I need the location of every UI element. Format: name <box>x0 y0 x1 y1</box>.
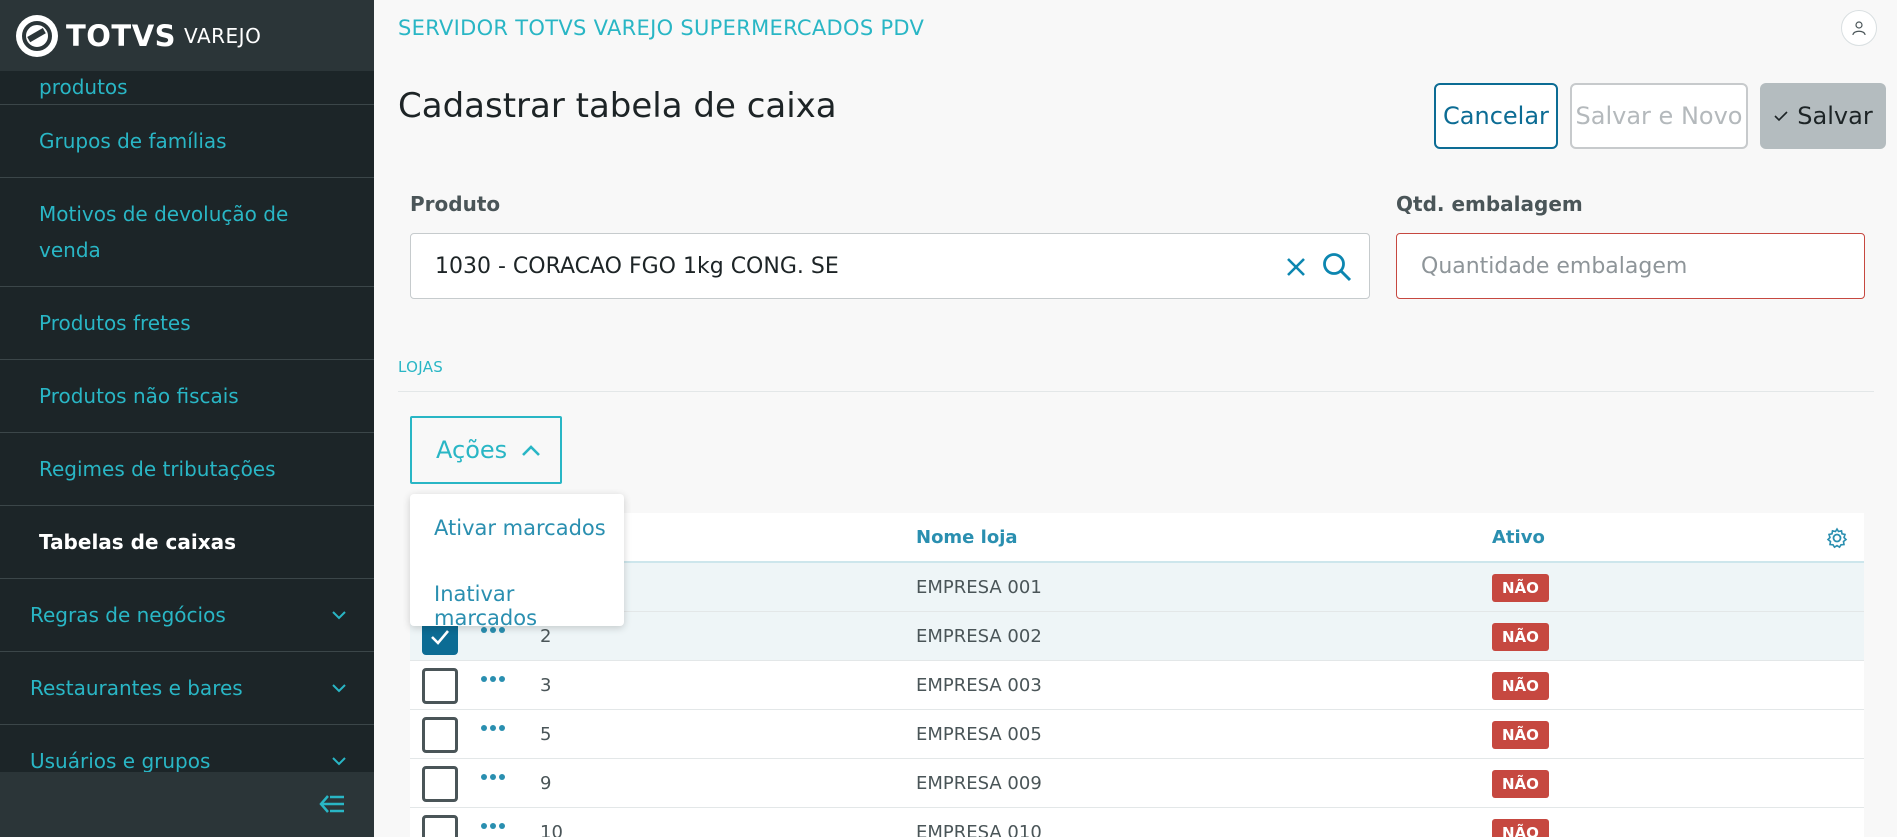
cell-codigo: 3 <box>540 675 552 696</box>
server-title: SERVIDOR TOTVS VAREJO SUPERMERCADOS PDV <box>398 16 925 40</box>
status-badge: NÃO <box>1492 721 1549 749</box>
table-header: Nome loja Ativo <box>410 513 1864 563</box>
chevron-down-icon <box>332 684 346 693</box>
row-checkbox[interactable] <box>422 717 458 753</box>
gear-icon[interactable] <box>1826 527 1848 549</box>
cell-nome-loja: EMPRESA 003 <box>916 675 1042 696</box>
sidebar-item-label: Grupos de famílias <box>39 129 227 153</box>
status-badge: NÃO <box>1492 574 1549 602</box>
cancel-button[interactable]: Cancelar <box>1434 83 1558 149</box>
sidebar-item-label: Tabelas de caixas <box>39 530 237 554</box>
collapse-menu-icon[interactable] <box>318 792 346 816</box>
cell-nome-loja: EMPRESA 001 <box>916 577 1042 598</box>
brand-subname: VAREJO <box>184 23 262 48</box>
table-row[interactable]: 3 EMPRESA 003 NÃO <box>410 661 1864 710</box>
qtd-embalagem-input[interactable]: Quantidade embalagem <box>1396 233 1865 299</box>
search-icon[interactable] <box>1321 251 1353 283</box>
table-row[interactable]: EMPRESA 001 NÃO <box>410 563 1864 612</box>
sidebar-menu: Comprovantes de produtos Grupos de famíl… <box>0 34 374 798</box>
acoes-button[interactable]: Ações <box>410 416 562 484</box>
user-icon <box>1852 21 1866 36</box>
cell-nome-loja: EMPRESA 010 <box>916 822 1042 837</box>
cell-codigo: 5 <box>540 724 552 745</box>
menu-item-inativar-marcados[interactable]: Inativar marcados <box>434 582 624 630</box>
produto-input-value: 1030 - CORACAO FGO 1kg CONG. SE <box>435 253 839 279</box>
table-row[interactable]: 9 EMPRESA 009 NÃO <box>410 759 1864 808</box>
sidebar-footer <box>0 772 374 837</box>
sidebar-item-produtos-fretes[interactable]: Produtos fretes <box>0 287 374 360</box>
sidebar-item-regimes-tributacoes[interactable]: Regimes de tributações <box>0 433 374 506</box>
status-badge: NÃO <box>1492 623 1549 651</box>
sidebar-item-motivos-devolucao[interactable]: Motivos de devolução de venda <box>0 178 374 287</box>
status-badge: NÃO <box>1492 770 1549 798</box>
more-options-icon[interactable] <box>480 724 506 734</box>
sidebar-item-restaurantes-bares[interactable]: Restaurantes e bares <box>0 652 374 725</box>
cell-nome-loja: EMPRESA 002 <box>916 626 1042 647</box>
brand-name: TOTVS <box>66 18 177 53</box>
status-badge: NÃO <box>1492 672 1549 700</box>
more-options-icon[interactable] <box>480 675 506 685</box>
table-row[interactable]: 10 EMPRESA 010 NÃO <box>410 808 1864 837</box>
qtd-embalagem-label: Qtd. embalagem <box>1396 192 1583 216</box>
lojas-table: Nome loja Ativo EMPRESA 001 NÃO 2 EMPRES… <box>410 513 1864 837</box>
cell-codigo: 10 <box>540 822 563 837</box>
sidebar-item-produtos-nao-fiscais[interactable]: Produtos não fiscais <box>0 360 374 433</box>
chevron-down-icon <box>332 757 346 766</box>
page-title: Cadastrar tabela de caixa <box>398 86 837 126</box>
table-row[interactable]: 5 EMPRESA 005 NÃO <box>410 710 1864 759</box>
totvs-logo-icon <box>16 14 58 57</box>
check-icon <box>431 630 449 645</box>
save-button[interactable]: Salvar <box>1760 83 1886 149</box>
menu-item-ativar-marcados[interactable]: Ativar marcados <box>434 516 606 540</box>
sidebar-item-label: Regimes de tributações <box>39 457 276 481</box>
sidebar-item-grupos-familias[interactable]: Grupos de famílias <box>0 105 374 178</box>
sidebar-item-label: Motivos de devolução de venda <box>39 202 289 262</box>
sidebar-item-tabelas-caixas[interactable]: Tabelas de caixas <box>0 506 374 579</box>
table-row[interactable]: 2 EMPRESA 002 NÃO <box>410 612 1864 661</box>
sidebar: Comprovantes de produtos Grupos de famíl… <box>0 0 374 837</box>
save-and-new-button[interactable]: Salvar e Novo <box>1570 83 1748 149</box>
cell-nome-loja: EMPRESA 009 <box>916 773 1042 794</box>
chevron-up-icon <box>522 445 541 456</box>
acoes-button-label: Ações <box>436 436 508 464</box>
more-options-icon[interactable] <box>480 773 506 783</box>
sidebar-item-label: Regras de negócios <box>30 603 226 627</box>
produto-input[interactable]: 1030 - CORACAO FGO 1kg CONG. SE <box>410 233 1370 299</box>
acoes-dropdown-menu: Ativar marcados Inativar marcados <box>410 494 624 630</box>
row-checkbox[interactable] <box>422 668 458 704</box>
more-options-icon[interactable] <box>480 822 506 832</box>
row-checkbox[interactable] <box>422 766 458 802</box>
section-divider <box>398 391 1874 392</box>
column-header-ativo[interactable]: Ativo <box>1492 527 1545 548</box>
cell-codigo: 9 <box>540 773 552 794</box>
cell-nome-loja: EMPRESA 005 <box>916 724 1042 745</box>
status-badge: NÃO <box>1492 819 1549 837</box>
column-header-nome-loja[interactable]: Nome loja <box>916 527 1018 548</box>
user-avatar[interactable] <box>1841 10 1877 46</box>
main-content: SERVIDOR TOTVS VAREJO SUPERMERCADOS PDV … <box>374 0 1897 837</box>
brand-logo[interactable]: TOTVS VAREJO <box>0 0 374 71</box>
chevron-down-icon <box>332 611 346 620</box>
sidebar-item-label: Restaurantes e bares <box>30 676 243 700</box>
save-button-label: Salvar <box>1797 102 1873 130</box>
check-icon <box>1774 111 1788 122</box>
qtd-embalagem-placeholder: Quantidade embalagem <box>1421 253 1688 279</box>
row-checkbox[interactable] <box>422 815 458 837</box>
sidebar-item-label: Produtos não fiscais <box>39 384 239 408</box>
cancel-button-label: Cancelar <box>1443 102 1549 130</box>
clear-icon[interactable] <box>1283 254 1309 280</box>
sidebar-item-regras-negocios[interactable]: Regras de negócios <box>0 579 374 652</box>
lojas-section-label: LOJAS <box>398 358 444 376</box>
sidebar-item-label: Produtos fretes <box>39 311 191 335</box>
produto-label: Produto <box>410 192 501 216</box>
save-and-new-button-label: Salvar e Novo <box>1575 102 1743 130</box>
